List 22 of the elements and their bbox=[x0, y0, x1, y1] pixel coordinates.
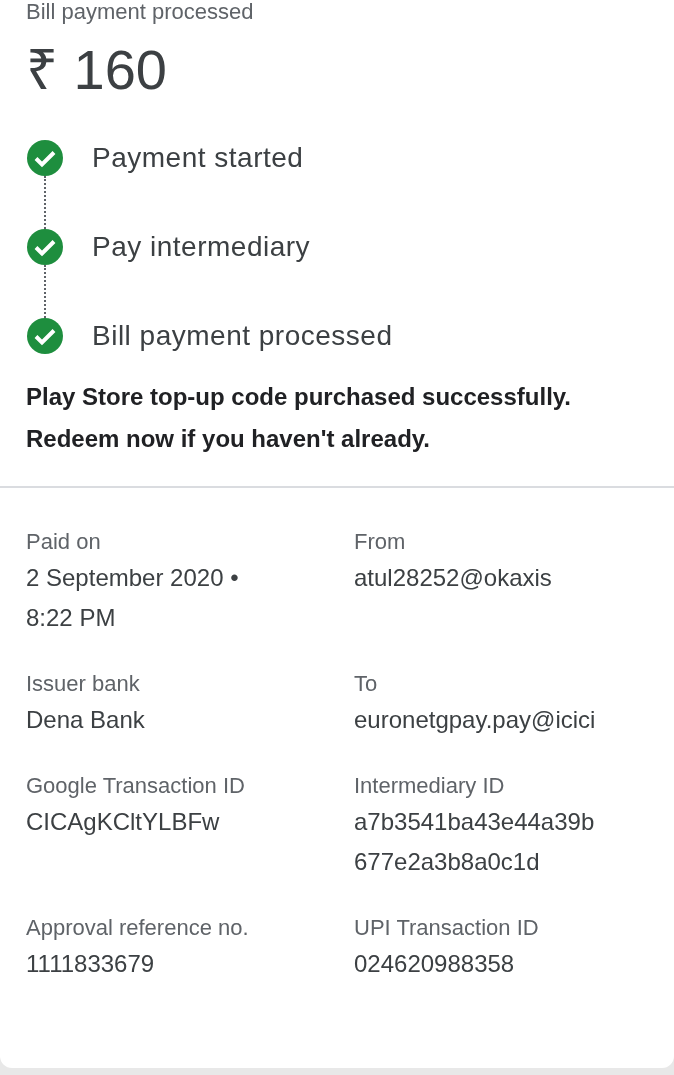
success-message: Play Store top-up code purchased successfully. Redeem now if you haven't already. bbox=[26, 382, 573, 454]
detail-value: euronetgpay.pay@icici bbox=[354, 705, 597, 735]
detail-label: Issuer bank bbox=[26, 670, 141, 698]
detail-value: a7b3541ba43e44a39b 677e2a3b8a0c1d bbox=[354, 807, 596, 877]
amount: ₹ 160 bbox=[26, 38, 168, 102]
detail-label: Paid on bbox=[26, 528, 102, 556]
detail-value: Dena Bank bbox=[26, 705, 146, 735]
detail-label: Approval reference no. bbox=[26, 914, 250, 942]
step-label: Pay intermediary bbox=[92, 231, 311, 263]
detail-value: CICAgKCltYLBFw bbox=[26, 807, 221, 837]
detail-label: UPI Transaction ID bbox=[354, 914, 540, 942]
detail-value: atul28252@okaxis bbox=[354, 563, 553, 593]
step-label: Payment started bbox=[92, 142, 304, 174]
detail-label: To bbox=[354, 670, 379, 698]
status-title: Bill payment processed bbox=[26, 0, 255, 24]
step-label: Bill payment processed bbox=[92, 320, 393, 352]
detail-label: Google Transaction ID bbox=[26, 772, 246, 800]
detail-value: 1111833679 bbox=[26, 949, 156, 979]
detail-label: Intermediary ID bbox=[354, 772, 506, 800]
detail-label: From bbox=[354, 528, 407, 556]
detail-value: 2 September 2020 • 8:22 PM bbox=[26, 563, 240, 633]
detail-value: 024620988358 bbox=[354, 949, 516, 979]
